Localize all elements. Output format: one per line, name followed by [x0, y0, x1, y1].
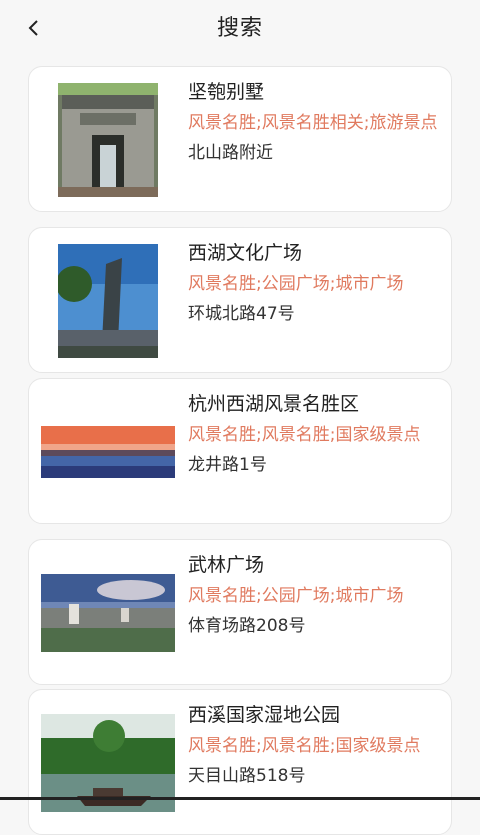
result-name: 武林广场	[188, 554, 265, 576]
header: 搜索	[0, 0, 480, 56]
result-name: 西溪国家湿地公园	[188, 704, 341, 726]
result-card[interactable]: 武林广场 风景名胜;公园广场;城市广场 体育场路208号	[28, 539, 452, 685]
result-image	[41, 77, 175, 203]
result-image	[41, 700, 175, 826]
result-card[interactable]: 西湖文化广场 风景名胜;公园广场;城市广场 环城北路47号	[28, 227, 452, 373]
result-image	[41, 389, 175, 515]
result-name: 西湖文化广场	[188, 242, 303, 264]
result-image	[41, 550, 175, 676]
result-card[interactable]: 西溪国家湿地公园 风景名胜;风景名胜;国家级景点 天目山路518号	[28, 689, 452, 835]
result-address: 天目山路518号	[188, 766, 306, 786]
result-name: 杭州西湖风景名胜区	[188, 393, 360, 415]
result-category: 风景名胜;公园广场;城市广场	[188, 586, 404, 606]
page-title: 搜索	[216, 16, 263, 41]
result-address: 龙井路1号	[188, 455, 267, 475]
result-card[interactable]: 杭州西湖风景名胜区 风景名胜;风景名胜;国家级景点 龙井路1号	[28, 378, 452, 524]
result-image	[41, 238, 175, 364]
result-address: 环城北路47号	[188, 304, 295, 324]
result-category: 风景名胜;风景名胜相关;旅游景点	[188, 113, 438, 133]
result-category: 风景名胜;风景名胜;国家级景点	[188, 736, 421, 756]
result-address: 体育场路208号	[188, 616, 306, 636]
result-category: 风景名胜;公园广场;城市广场	[188, 274, 404, 294]
result-name: 坚匏别墅	[188, 81, 265, 103]
result-card[interactable]: 坚匏别墅 风景名胜;风景名胜相关;旅游景点 北山路附近	[28, 66, 452, 212]
result-address: 北山路附近	[188, 143, 273, 163]
result-category: 风景名胜;风景名胜;国家级景点	[188, 425, 421, 445]
